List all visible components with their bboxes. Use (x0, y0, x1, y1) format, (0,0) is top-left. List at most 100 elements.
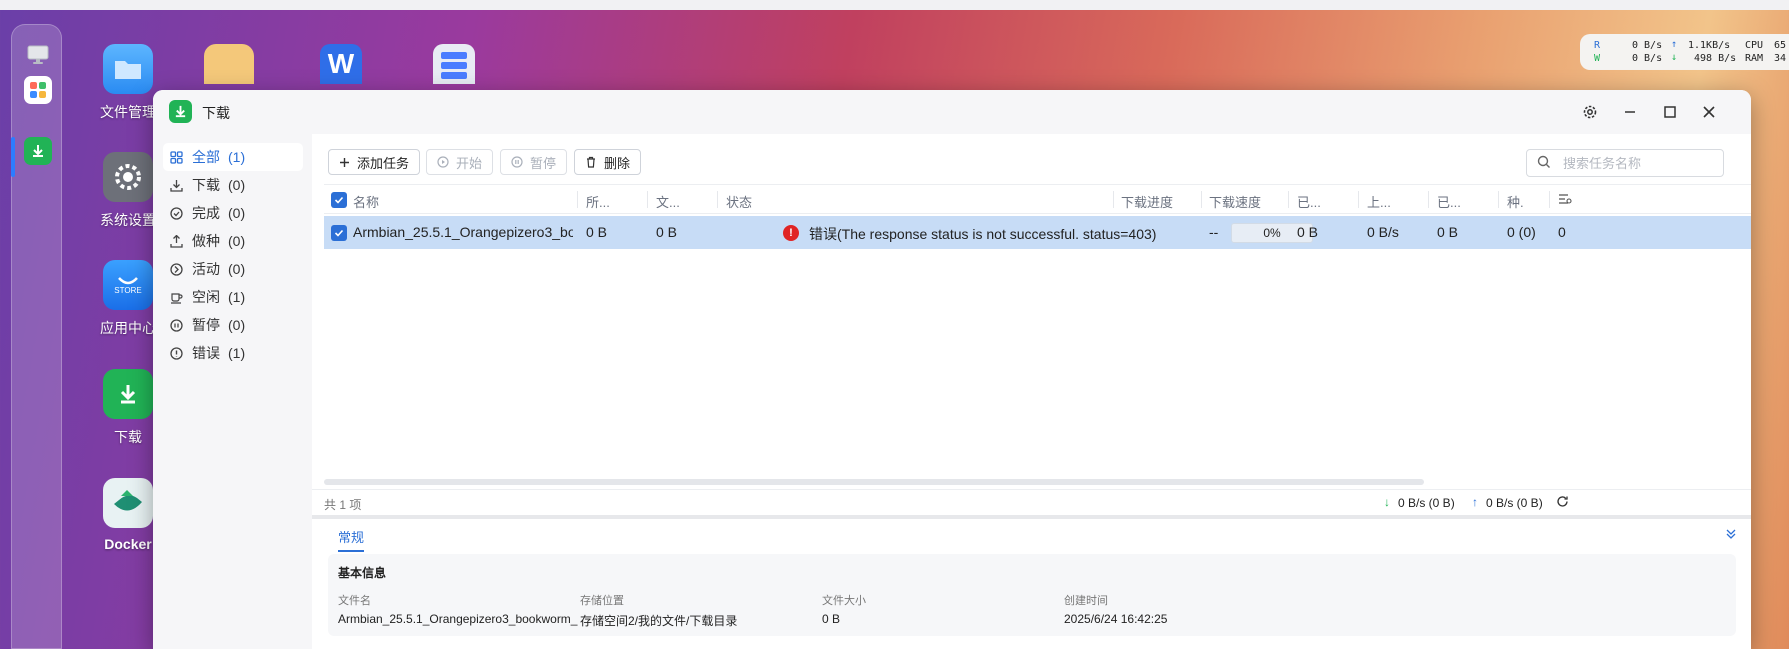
window-titlebar[interactable]: 下载 (153, 90, 1751, 134)
download-window: 下载 全部 (1) 下载 (0) 完成 (0) 做种 (0) 活动 (0) 空闲… (153, 90, 1751, 649)
task-panel: 添加任务 开始 暂停 删除 名称 所... 文... (312, 134, 1751, 649)
column-header-status[interactable]: 状态 (726, 192, 752, 211)
filesize-label: 文件大小 (822, 595, 866, 607)
column-header-file[interactable]: 文... (656, 192, 680, 211)
pause-circle-icon (169, 318, 183, 332)
system-monitor: R 0 B/s ↑ 1.1KB/s CPU 65 W 0 B/s ↓ 498 B… (1580, 34, 1789, 70)
column-header-upload-speed[interactable]: 上... (1367, 192, 1391, 211)
error-icon: ! (783, 225, 799, 241)
task-status: 错误(The response status is not successful… (809, 226, 1157, 242)
notes-icon[interactable] (204, 44, 254, 84)
monitor-icon[interactable] (24, 41, 52, 69)
desktop-icon-label: 应用中心 (100, 320, 156, 336)
store-icon: STORE (103, 260, 153, 310)
basic-info-panel: 基本信息 文件名 存储位置 文件大小 创建时间 Armbian_25.5.1_O… (328, 554, 1736, 636)
sidebar-item-error[interactable]: 错误 (1) (163, 339, 303, 367)
column-settings-icon[interactable] (1558, 193, 1572, 208)
task-downloaded: 0 B (1297, 224, 1319, 240)
search-box[interactable] (1526, 149, 1724, 177)
server-app-icon[interactable] (433, 44, 475, 84)
task-speed: -- (1209, 224, 1219, 240)
chevron-double-down-icon[interactable] (1725, 527, 1737, 543)
close-icon (1703, 106, 1715, 118)
column-header-seeds[interactable]: 种. (1507, 192, 1524, 211)
sidebar-item-seeding[interactable]: 做种 (0) (163, 227, 303, 255)
add-task-button[interactable]: 添加任务 (328, 149, 421, 175)
upload-speed-total: 0 B/s (0 B) (1486, 496, 1543, 510)
task-upload-speed: 0 B/s (1367, 224, 1399, 240)
desktop-icon-label: Docker (104, 536, 152, 552)
check-circle-icon (169, 206, 183, 220)
column-header-name[interactable]: 名称 (353, 192, 379, 211)
start-button[interactable]: 开始 (426, 149, 494, 175)
download-arrow-icon: ↓ (1384, 495, 1390, 509)
download-tray-icon (169, 178, 183, 192)
horizontal-scrollbar[interactable] (324, 479, 1424, 485)
delete-button[interactable]: 删除 (574, 149, 642, 175)
total-count: 共 1 项 (324, 498, 362, 512)
trash-icon (585, 156, 597, 168)
minimize-button[interactable] (1620, 102, 1640, 122)
task-extra: 0 (1558, 224, 1566, 240)
filesize-value: 0 B (822, 612, 841, 626)
select-all-checkbox[interactable] (331, 192, 347, 208)
sidebar-item-idle[interactable]: 空闲 (1) (163, 283, 303, 311)
dock-active-indicator (11, 137, 15, 177)
task-file: 0 B (656, 224, 678, 240)
sidebar-item-all[interactable]: 全部 (1) (163, 143, 303, 171)
table-row[interactable]: Armbian_25.5.1_Orangepizero3_boo... 0 B … (324, 216, 1751, 249)
column-header-size[interactable]: 所... (586, 192, 610, 211)
close-button[interactable] (1699, 102, 1719, 122)
sidebar-item-downloading[interactable]: 下载 (0) (163, 171, 303, 199)
upload-tray-icon (169, 234, 183, 248)
filename-label: 文件名 (338, 595, 371, 607)
maximize-icon (1664, 106, 1676, 118)
created-value: 2025/6/24 16:42:25 (1064, 612, 1168, 626)
maximize-button[interactable] (1660, 102, 1680, 122)
download-app-icon[interactable] (24, 137, 52, 165)
grid-icon (169, 150, 183, 164)
desktop-icon-label: 系统设置 (100, 212, 156, 228)
settings-button[interactable] (1580, 102, 1600, 122)
tab-general[interactable]: 常规 (338, 527, 365, 552)
row-checkbox[interactable] (331, 225, 347, 241)
column-header-downloaded[interactable]: 已... (1297, 192, 1321, 211)
column-header-speed[interactable]: 下载速度 (1209, 192, 1261, 211)
sidebar-item-paused[interactable]: 暂停 (0) (163, 311, 303, 339)
download-icon (103, 369, 153, 419)
refresh-icon[interactable] (1556, 495, 1569, 511)
created-label: 创建时间 (1064, 595, 1108, 607)
play-circle-icon (437, 156, 449, 168)
column-header-uploaded[interactable]: 已... (1437, 192, 1461, 211)
alert-circle-icon (169, 346, 183, 360)
search-input[interactable] (1563, 155, 1713, 171)
docker-icon (103, 478, 153, 528)
sidebar-item-completed[interactable]: 完成 (0) (163, 199, 303, 227)
pause-button[interactable]: 暂停 (500, 149, 568, 175)
word-app-icon[interactable]: W (320, 44, 362, 84)
panel-divider[interactable] (312, 515, 1751, 519)
download-speed-total: 0 B/s (0 B) (1398, 496, 1455, 510)
window-title: 下载 (202, 105, 230, 121)
task-name: Armbian_25.5.1_Orangepizero3_boo... (353, 224, 573, 240)
folder-icon (103, 44, 153, 94)
upload-arrow-icon: ↑ (1671, 39, 1678, 50)
app-grid-icon[interactable] (24, 76, 52, 104)
download-arrow-icon: ↓ (1671, 52, 1678, 63)
minimize-icon (1625, 111, 1635, 113)
column-header-progress[interactable]: 下载进度 (1121, 192, 1173, 211)
filter-sidebar: 全部 (1) 下载 (0) 完成 (0) 做种 (0) 活动 (0) 空闲 (1) 暂停 (0… (153, 134, 312, 649)
status-bar: 共 1 项 ↓ 0 B/s (0 B) ↑ 0 B/s (0 B) (312, 489, 1751, 513)
pause-circle-icon (511, 156, 523, 168)
filename-value: Armbian_25.5.1_Orangepizero3_bookworm_cu… (338, 612, 578, 626)
search-icon (1537, 155, 1551, 172)
download-app-icon (169, 100, 192, 123)
coffee-cup-icon (169, 290, 183, 304)
dock (11, 24, 62, 649)
location-label: 存储位置 (580, 595, 624, 607)
table-header: 名称 所... 文... 状态 下载进度 下载速度 已... 上... 已...… (324, 184, 1751, 214)
sidebar-item-active[interactable]: 活动 (0) (163, 255, 303, 283)
location-value: 存储空间2/我的文件/下载目录 (580, 614, 738, 628)
desktop-icon-label: 下载 (114, 429, 142, 445)
activity-icon (169, 262, 183, 276)
